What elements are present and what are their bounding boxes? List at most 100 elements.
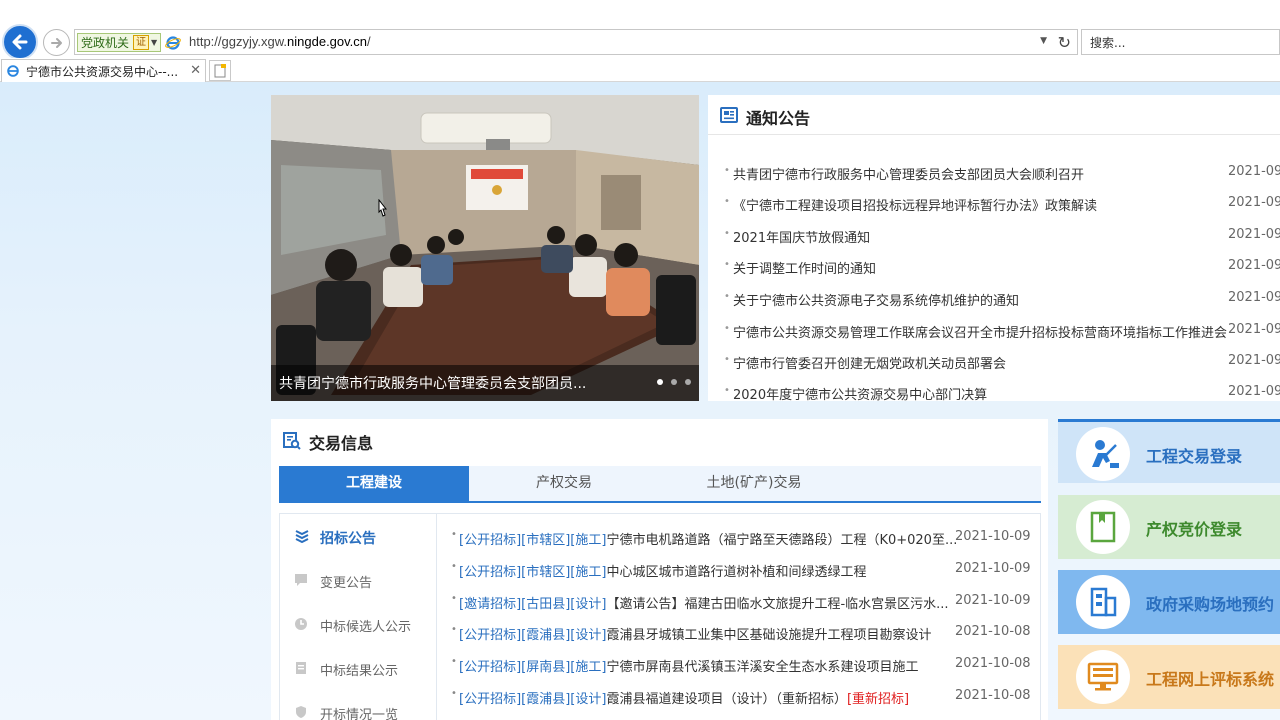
certificate-icon: 证 (133, 35, 150, 50)
party-government-badge[interactable]: 党政机关 证 ▼ (77, 33, 161, 52)
refresh-icon[interactable]: ↻ (1058, 33, 1071, 52)
address-bar[interactable]: 党政机关 证 ▼ http://ggzyjy.xgw.ningde.gov.cn… (74, 29, 1078, 55)
notice-item[interactable]: • 共青团宁德市行政服务中心管理委员会支部团员大会顺利召开 2021-09- (708, 164, 1280, 184)
tab-title: 宁德市公共资源交易中心--... (26, 64, 179, 79)
quick-link-online-evaluation[interactable]: 工程网上评标系统 (1058, 645, 1280, 709)
list-item[interactable]: • [公开招标][市辖区][施工]宁德市电机路道路（福宁路至天德路段）工程（K0… (437, 529, 1041, 549)
menu-item-bid-opening[interactable]: 开标情况一览 (280, 690, 438, 720)
list-item-link[interactable]: [公开招标][市辖区][施工]中心城区城市道路行道树补植和间绿透绿工程 (459, 561, 866, 580)
list-item-link[interactable]: [公开招标][市辖区][施工]宁德市电机路道路（福宁路至天德路段）工程（K0+0… (459, 529, 957, 548)
list-item-date: 2021-10-08 (955, 624, 1031, 639)
notice-item[interactable]: • 关于调整工作时间的通知 2021-09- (708, 258, 1280, 278)
list-item-link[interactable]: [邀请招标][古田县][设计]【邀请公告】福建古田临水文旅提升工程-临水宫景区污… (459, 593, 949, 612)
tab-engineering[interactable]: 工程建设 (279, 466, 469, 501)
list-item-link[interactable]: [公开招标][霞浦县][设计]霞浦县牙城镇工业集中区基础设施提升工程项目勘察设计 (459, 624, 931, 643)
retender-tag: [重新招标] (846, 692, 910, 707)
bullet-icon: • (724, 196, 730, 207)
quick-link-property-login[interactable]: 产权竞价登录 (1058, 495, 1280, 559)
tab-bar: 宁德市公共资源交易中心--... ✕ (0, 58, 1280, 82)
ie-logo-icon (165, 36, 181, 50)
trade-info-panel: 交易信息 工程建设 产权交易 土地(矿产)交易 招标公告 变更公告 中标候选人公… (271, 419, 1048, 720)
carousel-dot[interactable] (685, 379, 691, 385)
list-item-title: 宁德市电机路道路（福宁路至天德路段）工程（K0+020至... (606, 533, 958, 548)
notice-item[interactable]: • 宁德市行管委召开创建无烟党政机关动员部署会 2021-09- (708, 353, 1280, 373)
menu-item-label: 中标候选人公示 (320, 620, 412, 635)
url-text[interactable]: http://ggzyjy.xgw.ningde.gov.cn/ (189, 34, 371, 49)
notice-item-title[interactable]: 《宁德市工程建设项目招投标远程异地评标暂行办法》政策解读 (733, 195, 1097, 214)
bullet-icon: • (724, 165, 730, 176)
quick-link-engineering-login[interactable]: 工程交易登录 (1058, 419, 1280, 483)
news-carousel[interactable]: 共青团宁德市行政服务中心管理委员会支部团员... (271, 95, 699, 401)
back-button[interactable] (2, 24, 38, 60)
forward-button[interactable] (43, 29, 70, 56)
clock-icon (295, 618, 307, 630)
tab-property-rights[interactable]: 产权交易 (469, 466, 659, 501)
trade-tabs: 工程建设 产权交易 土地(矿产)交易 (279, 466, 1041, 503)
browser-tab[interactable]: 宁德市公共资源交易中心--... ✕ (1, 59, 206, 82)
list-item-title: 宁德市屏南县代溪镇玉洋溪安全生态水系建设项目施工 (606, 660, 919, 675)
url-dropdown-icon[interactable]: ▼ (1040, 36, 1047, 46)
notice-item[interactable]: • 2020年度宁德市公共资源交易中心部门决算 2021-09- (708, 384, 1280, 404)
carousel-caption-bar: 共青团宁德市行政服务中心管理委员会支部团员... (271, 365, 699, 401)
notice-item-date: 2021-09- (1228, 384, 1280, 399)
browser-chrome: 党政机关 证 ▼ http://ggzyjy.xgw.ningde.gov.cn… (0, 0, 1280, 82)
search-document-icon (283, 432, 301, 450)
notice-item[interactable]: • 关于宁德市公共资源电子交易系统停机维护的通知 2021-09- (708, 290, 1280, 310)
tab-close-icon[interactable]: ✕ (190, 63, 201, 78)
bullet-icon: • (724, 323, 730, 334)
quick-link-label: 工程网上评标系统 (1146, 670, 1275, 689)
url-prefix: http://ggzyjy.xgw. (189, 34, 288, 49)
list-item-tags: [公开招标][霞浦县][设计] (459, 628, 607, 643)
notice-item-title[interactable]: 关于调整工作时间的通知 (733, 258, 876, 277)
notice-item-title[interactable]: 宁德市行管委召开创建无烟党政机关动员部署会 (733, 353, 1006, 372)
list-item-date: 2021-10-09 (955, 593, 1031, 608)
trade-info-title: 交易信息 (309, 434, 374, 453)
list-item[interactable]: • [公开招标][霞浦县][设计]霞浦县牙城镇工业集中区基础设施提升工程项目勘察… (437, 624, 1041, 644)
quick-link-procurement-booking[interactable]: 政府采购场地预约 (1058, 570, 1280, 634)
notice-item[interactable]: • 《宁德市工程建设项目招投标远程异地评标暂行办法》政策解读 2021-09- (708, 195, 1280, 215)
menu-item-change-notice[interactable]: 变更公告 (280, 558, 438, 602)
mouse-cursor-icon (378, 199, 388, 217)
tab-land-mineral[interactable]: 土地(矿产)交易 (659, 466, 849, 501)
list-item-date: 2021-10-09 (955, 561, 1031, 576)
worker-icon (1076, 427, 1130, 481)
notice-item-title[interactable]: 关于宁德市公共资源电子交易系统停机维护的通知 (733, 290, 1019, 309)
notice-item-title[interactable]: 2021年国庆节放假通知 (733, 227, 870, 246)
notice-item[interactable]: • 宁德市公共资源交易管理工作联席会议召开全市提升招标投标营商环境指标工作推进会… (708, 322, 1280, 342)
list-item-date: 2021-10-09 (955, 529, 1031, 544)
list-item[interactable]: • [公开招标][霞浦县][设计]霞浦县福道建设项目（设计）（重新招标）[重新招… (437, 688, 1041, 708)
announcement-side-menu: 招标公告 变更公告 中标候选人公示 中标结果公示 开标情况一览 (279, 513, 437, 720)
menu-item-tender-notice[interactable]: 招标公告 (280, 514, 438, 558)
building-icon (1076, 575, 1130, 629)
forward-arrow-icon (50, 37, 62, 48)
badge-dropdown-icon: ▼ (151, 38, 158, 47)
browser-search-input[interactable]: 搜索... (1081, 29, 1280, 55)
notice-item[interactable]: • 2021年国庆节放假通知 2021-09- (708, 227, 1280, 247)
notice-item-title[interactable]: 共青团宁德市行政服务中心管理委员会支部团员大会顺利召开 (733, 164, 1084, 183)
quick-link-label: 产权竞价登录 (1146, 520, 1243, 539)
list-item[interactable]: • [邀请招标][古田县][设计]【邀请公告】福建古田临水文旅提升工程-临水宫景… (437, 593, 1041, 613)
notice-item-date: 2021-09- (1228, 164, 1280, 179)
carousel-dot[interactable] (671, 379, 677, 385)
list-item-tags: [公开招标][霞浦县][设计] (459, 692, 607, 707)
list-item-link[interactable]: [公开招标][霞浦县][设计]霞浦县福道建设项目（设计）（重新招标）[重新招标] (459, 688, 909, 707)
menu-item-candidate-notice[interactable]: 中标候选人公示 (280, 602, 438, 646)
notice-item-title[interactable]: 2020年度宁德市公共资源交易中心部门决算 (733, 384, 987, 403)
back-arrow-icon (12, 34, 28, 50)
bullet-icon: • (724, 354, 730, 365)
menu-item-result-notice[interactable]: 中标结果公示 (280, 646, 438, 690)
new-tab-button[interactable] (209, 60, 231, 81)
page-body: 共青团宁德市行政服务中心管理委员会支部团员... 通知公告 • 共青团宁德市行政… (0, 82, 1280, 720)
bullet-icon: • (724, 259, 730, 270)
carousel-dot[interactable] (657, 379, 663, 385)
notice-item-date: 2021-09- (1228, 227, 1280, 242)
list-item[interactable]: • [公开招标][市辖区][施工]中心城区城市道路行道树补植和间绿透绿工程 20… (437, 561, 1041, 581)
bullet-icon: • (451, 656, 457, 667)
menu-item-label: 中标结果公示 (320, 664, 399, 679)
menu-item-label: 招标公告 (320, 531, 376, 547)
carousel-caption[interactable]: 共青团宁德市行政服务中心管理委员会支部团员... (279, 376, 586, 392)
list-item-link[interactable]: [公开招标][屏南县][施工]宁德市屏南县代溪镇玉洋溪安全生态水系建设项目施工 (459, 656, 918, 675)
list-item[interactable]: • [公开招标][屏南县][施工]宁德市屏南县代溪镇玉洋溪安全生态水系建设项目施… (437, 656, 1041, 676)
list-item-title: 中心城区城市道路行道树补植和间绿透绿工程 (606, 565, 867, 580)
notice-item-title[interactable]: 宁德市公共资源交易管理工作联席会议召开全市提升招标投标营商环境指标工作推进会 (733, 322, 1227, 341)
